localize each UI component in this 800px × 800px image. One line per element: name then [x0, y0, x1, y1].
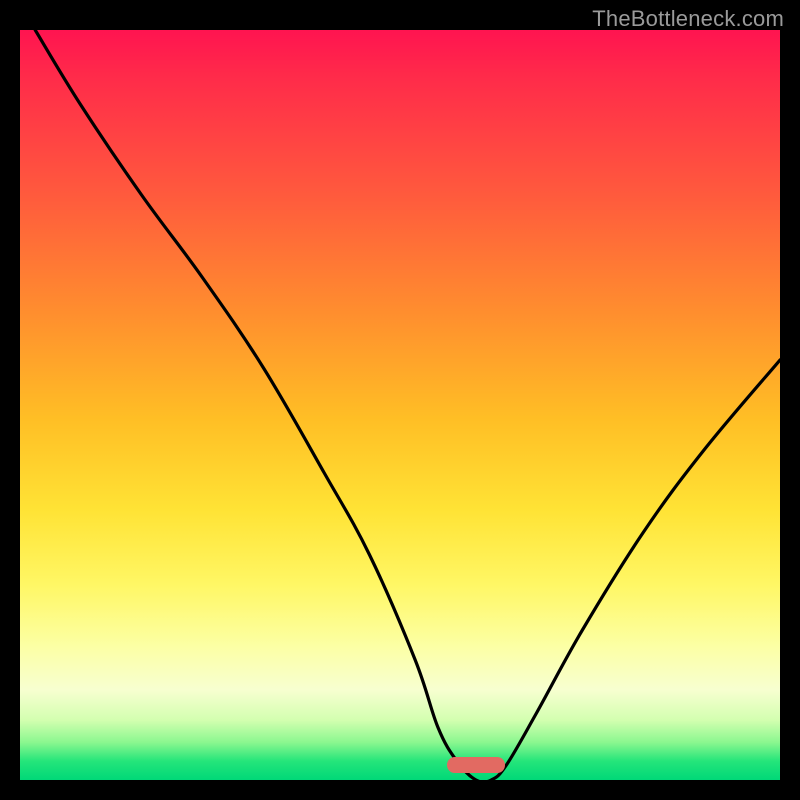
- plot-area: [20, 30, 780, 780]
- optimum-marker: [447, 757, 505, 773]
- chart-frame: TheBottleneck.com: [0, 0, 800, 800]
- watermark-text: TheBottleneck.com: [592, 6, 784, 32]
- curve-layer: [20, 30, 780, 780]
- bottleneck-curve: [35, 30, 780, 780]
